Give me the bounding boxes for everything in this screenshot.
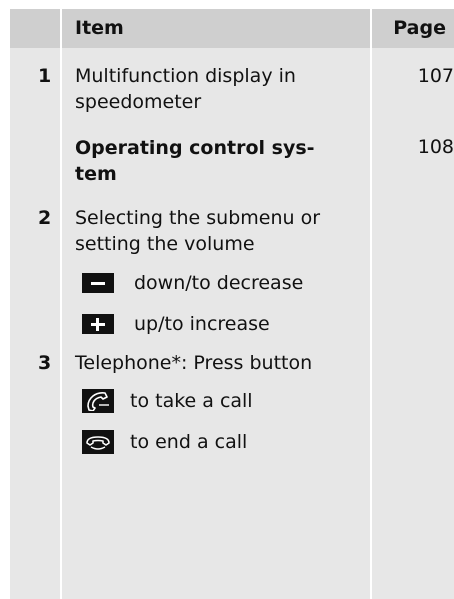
sub-item-label: to end a call (130, 431, 248, 453)
sub-item: to end a call (82, 430, 247, 454)
row-page-number: 107 (417, 65, 454, 87)
phone-answer-icon (82, 389, 114, 413)
row-description: Multifunction display in speedometer (75, 63, 360, 115)
table-header: Item Page (10, 9, 454, 48)
column-divider (370, 9, 372, 599)
row-description-line: Telephone*: Press button (75, 352, 313, 374)
phone-hangup-icon (82, 430, 114, 454)
row-description-line: setting the volume (75, 233, 255, 255)
sub-item: down/to decrease (82, 271, 303, 295)
sub-item: to take a call (82, 389, 253, 413)
header-item-label: Item (75, 17, 124, 39)
sub-item-label: up/to increase (134, 313, 270, 335)
minus-button-icon (82, 273, 114, 293)
row-number: 3 (38, 352, 52, 374)
row-description: Selecting the submenu or setting the vol… (75, 205, 360, 257)
row-description-line: Selecting the submenu or (75, 207, 321, 229)
row-description-line: tem (75, 163, 117, 185)
row-number: 2 (38, 207, 52, 229)
sub-item-label: down/to decrease (134, 272, 304, 294)
row-description-line: Operating control sys- (75, 137, 315, 159)
row-description: Telephone*: Press button (75, 350, 360, 376)
sub-item: up/to increase (82, 312, 270, 336)
row-description: Operating control sys- tem (75, 135, 360, 187)
column-divider (60, 9, 62, 599)
row-description-line: speedometer (75, 91, 202, 113)
reference-table: Item Page 1 Multifunction display in spe… (10, 9, 454, 599)
header-page-label: Page (393, 17, 446, 39)
plus-button-icon (82, 314, 114, 334)
row-page-number: 108 (417, 136, 454, 158)
sub-item-label: to take a call (130, 390, 253, 412)
row-description-line: Multifunction display in (75, 65, 296, 87)
row-number: 1 (38, 65, 52, 87)
